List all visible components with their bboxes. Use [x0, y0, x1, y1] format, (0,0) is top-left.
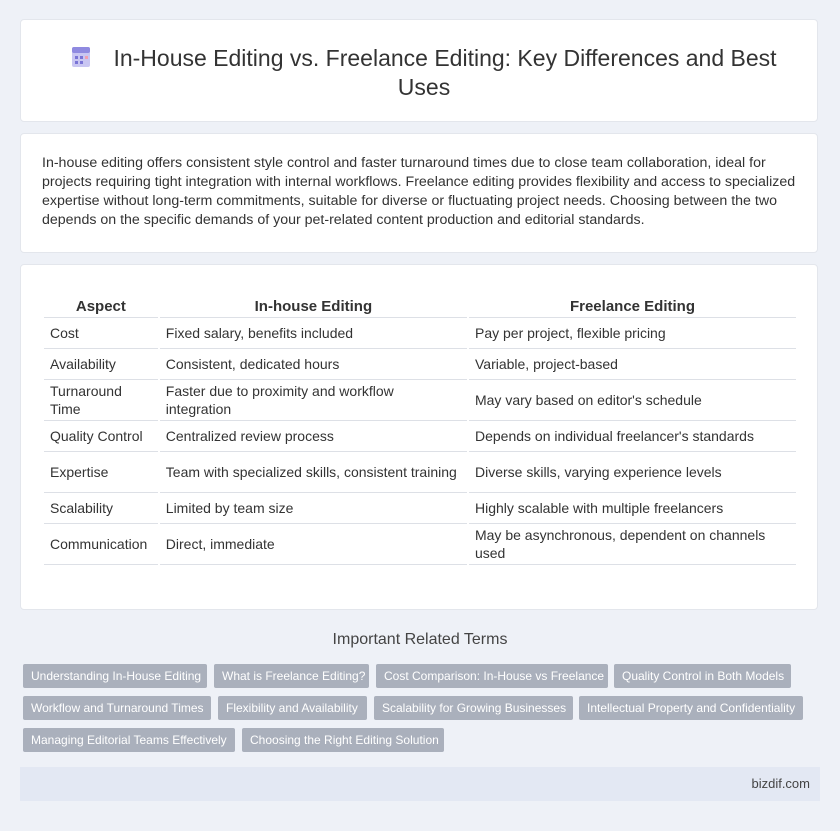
related-tag[interactable]: Workflow and Turnaround Times [23, 696, 211, 720]
table-cell: Highly scalable with multiple freelancer… [468, 493, 796, 524]
table-cell: Pay per project, flexible pricing [468, 318, 796, 349]
intro-text: In-house editing offers consistent style… [42, 155, 796, 228]
table-row: Communication Direct, immediate May be a… [44, 524, 796, 565]
footer: bizdif.com [20, 767, 820, 801]
related-tag[interactable]: Quality Control in Both Models [614, 664, 791, 688]
table-cell: Quality Control [44, 421, 158, 452]
related-tag[interactable]: Choosing the Right Editing Solution [242, 728, 444, 752]
related-tag[interactable]: Scalability for Growing Businesses [374, 696, 573, 720]
table-cell: Depends on individual freelancer's stand… [468, 421, 796, 452]
table-cell: Availability [44, 349, 158, 380]
table-cell: Faster due to proximity and workflow int… [159, 380, 467, 421]
table-row: Availability Consistent, dedicated hours… [44, 349, 796, 380]
table-row: Scalability Limited by team size Highly … [44, 493, 796, 524]
table-cell: Consistent, dedicated hours [159, 349, 467, 380]
table-cell: Centralized review process [159, 421, 467, 452]
table-cell: Cost [44, 318, 158, 349]
related-tag[interactable]: Managing Editorial Teams Effectively [23, 728, 235, 752]
table-cell: May be asynchronous, dependent on channe… [468, 524, 796, 565]
page-title-wrap: In-House Editing vs. Freelance Editing: … [51, 44, 797, 102]
table-row: Expertise Team with specialized skills, … [44, 452, 796, 493]
header-aspect: Aspect [44, 295, 158, 318]
related-tag[interactable]: Cost Comparison: In-House vs Freelance [376, 664, 608, 688]
header-in-house: In-house Editing [159, 295, 467, 318]
table-cell: Diverse skills, varying experience level… [468, 452, 796, 493]
table-cell: Scalability [44, 493, 158, 524]
comparison-card: Aspect In-house Editing Freelance Editin… [20, 264, 818, 610]
table-cell: Turnaround Time [44, 380, 158, 421]
related-tag[interactable]: Understanding In-House Editing [23, 664, 207, 688]
page-title: In-House Editing vs. Freelance Editing: … [113, 45, 777, 100]
table-cell: Limited by team size [159, 493, 467, 524]
related-tag[interactable]: Flexibility and Availability [218, 696, 367, 720]
related-terms-heading: Important Related Terms [332, 631, 508, 648]
table-cell: May vary based on editor's schedule [468, 380, 796, 421]
table-row: Cost Fixed salary, benefits included Pay… [44, 318, 796, 349]
related-tag[interactable]: What is Freelance Editing? [214, 664, 369, 688]
table-header-row: Aspect In-house Editing Freelance Editin… [44, 295, 796, 318]
table-row: Quality Control Centralized review proce… [44, 421, 796, 452]
table-cell: Team with specialized skills, consistent… [159, 452, 467, 493]
title-card: In-House Editing vs. Freelance Editing: … [20, 19, 818, 122]
table-row: Turnaround Time Faster due to proximity … [44, 380, 796, 421]
related-tag[interactable]: Intellectual Property and Confidentialit… [579, 696, 803, 720]
intro-card: In-house editing offers consistent style… [20, 133, 818, 253]
table-cell: Fixed salary, benefits included [159, 318, 467, 349]
document-icon [72, 47, 91, 67]
table-cell: Variable, project-based [468, 349, 796, 380]
table-cell: Expertise [44, 452, 158, 493]
header-freelance: Freelance Editing [468, 295, 796, 318]
table-cell: Direct, immediate [159, 524, 467, 565]
comparison-table: Aspect In-house Editing Freelance Editin… [42, 295, 798, 565]
table-cell: Communication [44, 524, 158, 565]
footer-site-link[interactable]: bizdif.com [751, 776, 810, 791]
